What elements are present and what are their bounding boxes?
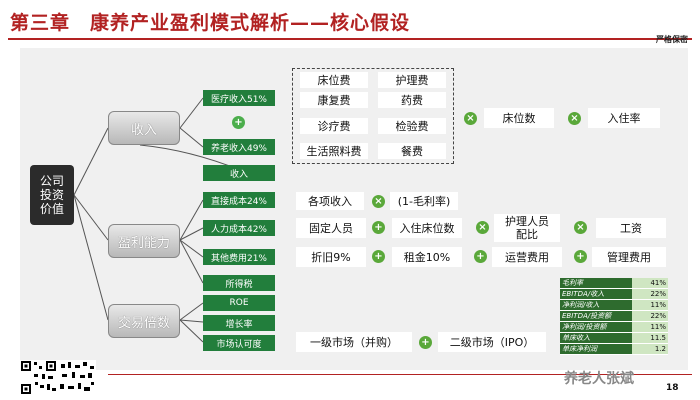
stats-value: 22%	[632, 288, 668, 300]
plus-icon: +	[419, 336, 432, 349]
category-revenue: 收入	[108, 111, 180, 145]
category-revenue-label: 收入	[130, 122, 157, 138]
revenue-items-box: 各项收入	[296, 192, 364, 210]
elderly-revenue-box: 养老收入49%	[203, 139, 275, 155]
direct-cost-box: 直接成本24%	[203, 192, 275, 208]
connector-line	[73, 194, 109, 241]
rent-box: 租金10%	[392, 247, 462, 267]
company-value-label: 公司 投资 价值	[39, 174, 64, 216]
growth-box: 增长率	[203, 315, 275, 331]
roe-box: ROE	[203, 295, 275, 311]
plus-icon: +	[574, 250, 587, 263]
category-multiple-label: 交易倍数	[117, 315, 170, 331]
connector-line	[179, 319, 204, 323]
depreciation-box: 折旧9%	[296, 247, 366, 267]
fixed-staff-box: 固定人员	[296, 218, 366, 238]
occupancy-rate-box: 入住率	[588, 108, 660, 128]
stats-label: 单床净利润	[560, 343, 632, 355]
fee-item: 床位费	[300, 72, 368, 88]
stats-label: EBITDA/收入	[560, 288, 632, 300]
table-row: 净利润/投资额 11%	[560, 321, 668, 333]
stats-label: EBITDA/投资额	[560, 310, 632, 322]
fee-item: 检验费	[378, 118, 446, 134]
multiply-icon: ×	[464, 112, 477, 125]
stats-value: 22%	[632, 310, 668, 322]
connector-line	[73, 127, 109, 196]
qr-code-icon	[20, 360, 96, 396]
stats-value: 1.2	[632, 343, 668, 355]
stats-value: 41%	[632, 278, 668, 289]
stats-label: 净利润/收入	[560, 299, 632, 311]
page-number: 18	[666, 383, 679, 393]
fee-item: 生活照料费	[300, 143, 368, 159]
multiply-icon: ×	[476, 221, 489, 234]
stats-value: 11.5	[632, 332, 668, 344]
plus-icon: +	[372, 250, 385, 263]
connector-line	[179, 302, 204, 321]
multiply-icon: ×	[372, 195, 385, 208]
other-cost-box: 其他费用21%	[203, 249, 275, 265]
operating-expense-box: 运营费用	[492, 247, 562, 267]
wage-box: 工资	[596, 218, 666, 238]
connector-line	[73, 194, 109, 321]
stats-value: 11%	[632, 321, 668, 333]
stats-table: 毛利率 41% EBITDA/收入 22% 净利润/收入 11% EBITDA/投资额…	[560, 278, 668, 355]
medical-revenue-box: 医疗收入51%	[203, 90, 275, 106]
stats-label: 毛利率	[560, 278, 632, 289]
fee-item: 康复费	[300, 92, 368, 108]
gross-margin-box: (1-毛利率)	[390, 192, 458, 210]
secondary-market-box: 二级市场（IPO）	[438, 332, 546, 352]
occupied-beds-box: 入住床位数	[392, 218, 462, 238]
income-tax-box: 所得税	[203, 275, 275, 291]
table-row: EBITDA/收入 22%	[560, 288, 668, 300]
table-row: 单床净利润 1.2	[560, 343, 668, 355]
table-row: EBITDA/投资额 22%	[560, 310, 668, 322]
fee-item: 诊疗费	[300, 118, 368, 134]
fee-item: 餐费	[378, 143, 446, 159]
connector-line	[179, 97, 204, 129]
fee-item: 护理费	[378, 72, 446, 88]
category-profitability-label: 盈利能力	[117, 235, 170, 251]
category-multiple: 交易倍数	[108, 304, 180, 338]
plus-icon: +	[232, 116, 245, 129]
market-recognition-box: 市场认可度	[203, 335, 275, 351]
connector-line	[179, 319, 204, 343]
table-row: 净利润/收入 11%	[560, 299, 668, 311]
multiply-icon: ×	[568, 112, 581, 125]
revenue-box: 收入	[203, 165, 275, 181]
watermark: 养老人张斌	[564, 371, 634, 387]
multiply-icon: ×	[574, 221, 587, 234]
management-expense-box: 管理费用	[592, 247, 666, 267]
table-row: 单床收入 11.5	[560, 332, 668, 344]
connector-line	[179, 127, 204, 148]
stats-label: 单床收入	[560, 332, 632, 344]
category-profitability: 盈利能力	[108, 224, 180, 258]
table-row: 毛利率 41%	[560, 278, 668, 289]
stats-value: 11%	[632, 299, 668, 311]
connector-line	[179, 239, 204, 284]
plus-icon: +	[372, 221, 385, 234]
stats-label: 净利润/投资额	[560, 321, 632, 333]
primary-market-box: 一级市场（并购）	[296, 332, 412, 352]
fee-item: 药费	[378, 92, 446, 108]
plus-icon: +	[474, 250, 487, 263]
nurse-ratio-box: 护理人员 配比	[494, 214, 560, 242]
labor-cost-box: 人力成本42%	[203, 220, 275, 236]
company-value-node: 公司 投资 价值	[30, 165, 74, 225]
bed-count-box: 床位数	[484, 108, 554, 128]
connector-line	[179, 239, 204, 258]
